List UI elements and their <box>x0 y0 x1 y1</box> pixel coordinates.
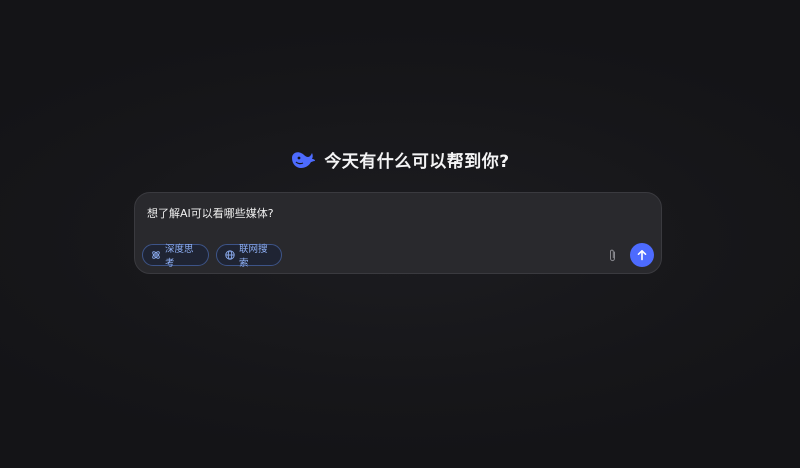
whale-logo-icon <box>290 146 316 172</box>
greeting: 今天有什么可以帮到你? <box>0 146 800 172</box>
message-input[interactable] <box>147 202 647 224</box>
paperclip-icon[interactable] <box>605 248 619 262</box>
send-button[interactable] <box>630 243 654 267</box>
chat-home: 今天有什么可以帮到你? 深度思考 联网搜索 <box>0 0 800 468</box>
atom-icon <box>151 250 161 260</box>
message-composer: 深度思考 联网搜索 <box>134 192 662 274</box>
web-search-toggle[interactable]: 联网搜索 <box>216 244 282 269</box>
arrow-up-icon <box>636 249 648 261</box>
globe-icon <box>225 250 235 260</box>
deep-think-label: 深度思考 <box>165 244 194 269</box>
greeting-title: 今天有什么可以帮到你? <box>324 151 510 172</box>
deep-think-toggle[interactable]: 深度思考 <box>142 244 209 269</box>
web-search-label: 联网搜索 <box>239 244 268 269</box>
